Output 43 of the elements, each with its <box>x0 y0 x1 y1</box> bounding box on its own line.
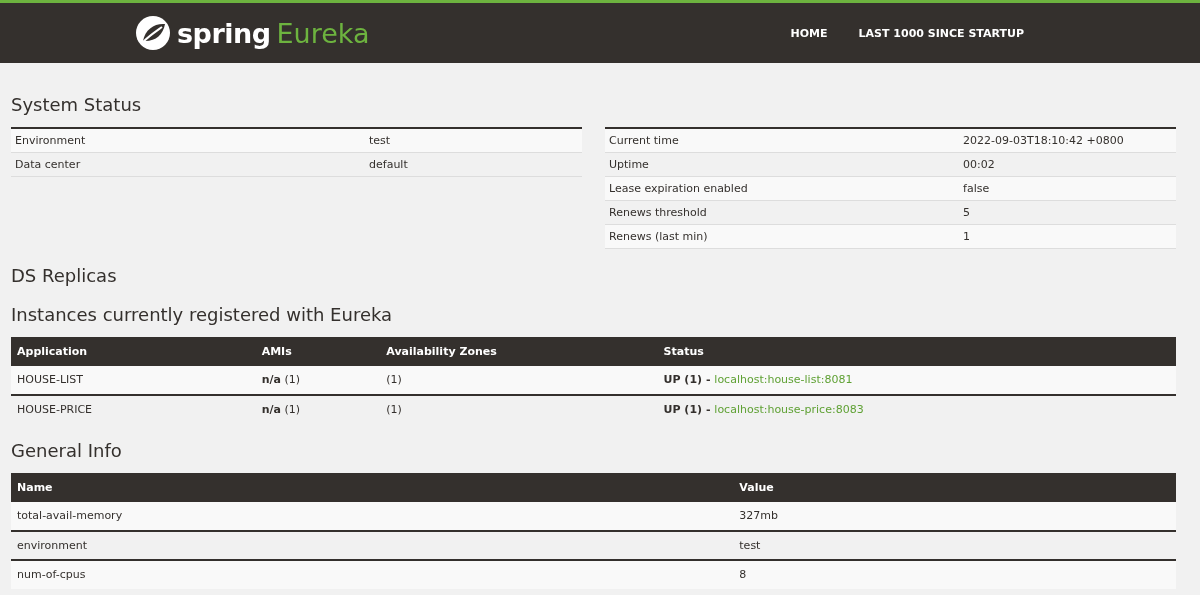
table-cell: num-of-cpus <box>11 559 734 589</box>
table-cell: (1) <box>380 365 658 395</box>
section-heading: General Info <box>11 439 123 461</box>
logo-wordmark: spring <box>177 17 271 49</box>
column-header: Application <box>11 336 256 366</box>
property-value: default <box>365 152 582 176</box>
column-header: Value <box>733 472 1176 502</box>
table-cell: HOUSE-LIST <box>11 365 256 395</box>
table-cell: 8 <box>733 559 1176 589</box>
product-name: Eureka <box>276 17 370 49</box>
column-header: Status <box>657 336 1176 366</box>
table-cell: total-avail-memory <box>11 501 734 531</box>
table-cell: n/a (1) <box>255 365 381 395</box>
property-value: 00:02 <box>959 152 1176 176</box>
table-cell: environment <box>11 530 734 560</box>
section-heading: System Status <box>11 94 143 115</box>
property-name: Renews threshold <box>605 200 959 224</box>
section-heading: DS Replicas <box>11 264 118 286</box>
table-cell: n/a (1) <box>255 394 381 424</box>
section-heading: Instances currently registered with Eureka <box>11 303 394 325</box>
nav-link[interactable]: LAST 1000 SINCE STARTUP <box>858 26 1024 40</box>
table-cell: (1) <box>380 394 658 424</box>
property-value: 2022-09-03T18:10:42 +0800 <box>959 128 1176 152</box>
table-cell: test <box>733 530 1176 560</box>
leaf-logo-icon <box>135 15 171 51</box>
table-cell: 327mb <box>733 501 1176 531</box>
column-header: AMIs <box>255 336 381 366</box>
column-header: Name <box>11 472 734 502</box>
property-name: Data center <box>11 152 365 176</box>
nav-link[interactable]: HOME <box>790 26 828 40</box>
property-value: test <box>365 128 582 152</box>
property-name: Uptime <box>605 152 959 176</box>
table-cell: HOUSE-PRICE <box>11 394 256 424</box>
property-value: 1 <box>959 224 1176 248</box>
property-name: Current time <box>605 128 959 152</box>
property-name: Environment <box>11 128 365 152</box>
property-value: 5 <box>959 200 1176 224</box>
property-name: Renews (last min) <box>605 224 959 248</box>
property-value: false <box>959 176 1176 200</box>
status-text: UP (1) - <box>663 403 711 416</box>
column-header: Availability Zones <box>380 336 658 366</box>
property-name: Lease expiration enabled <box>605 176 959 200</box>
status-text: UP (1) - <box>663 373 711 386</box>
